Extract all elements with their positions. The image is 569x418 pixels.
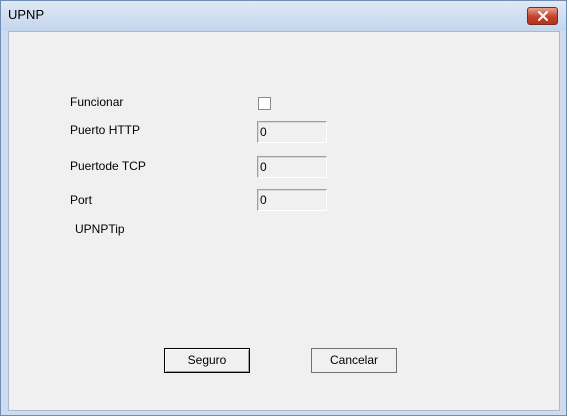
port-label: Port (70, 193, 93, 207)
close-button[interactable] (527, 7, 558, 25)
http-port-input[interactable] (257, 121, 327, 143)
upnp-tip-text: UPNPTip (75, 222, 125, 236)
tcp-port-label: Puertode TCP (70, 159, 146, 173)
port-input[interactable] (257, 189, 327, 211)
window-title: UPNP (8, 7, 45, 22)
tcp-port-input[interactable] (257, 156, 327, 178)
dialog-body: Funcionar Puerto HTTP Puertode TCP Port … (8, 31, 560, 411)
http-port-label: Puerto HTTP (70, 123, 141, 137)
enable-checkbox[interactable] (258, 97, 271, 110)
enable-label: Funcionar (70, 95, 124, 109)
close-icon (538, 11, 548, 21)
title-bar[interactable]: UPNP (1, 1, 566, 31)
ok-button[interactable]: Seguro (164, 348, 250, 373)
upnp-dialog: UPNP Funcionar Puerto HTTP Puertode TCP … (0, 0, 567, 416)
cancel-button[interactable]: Cancelar (311, 348, 397, 373)
